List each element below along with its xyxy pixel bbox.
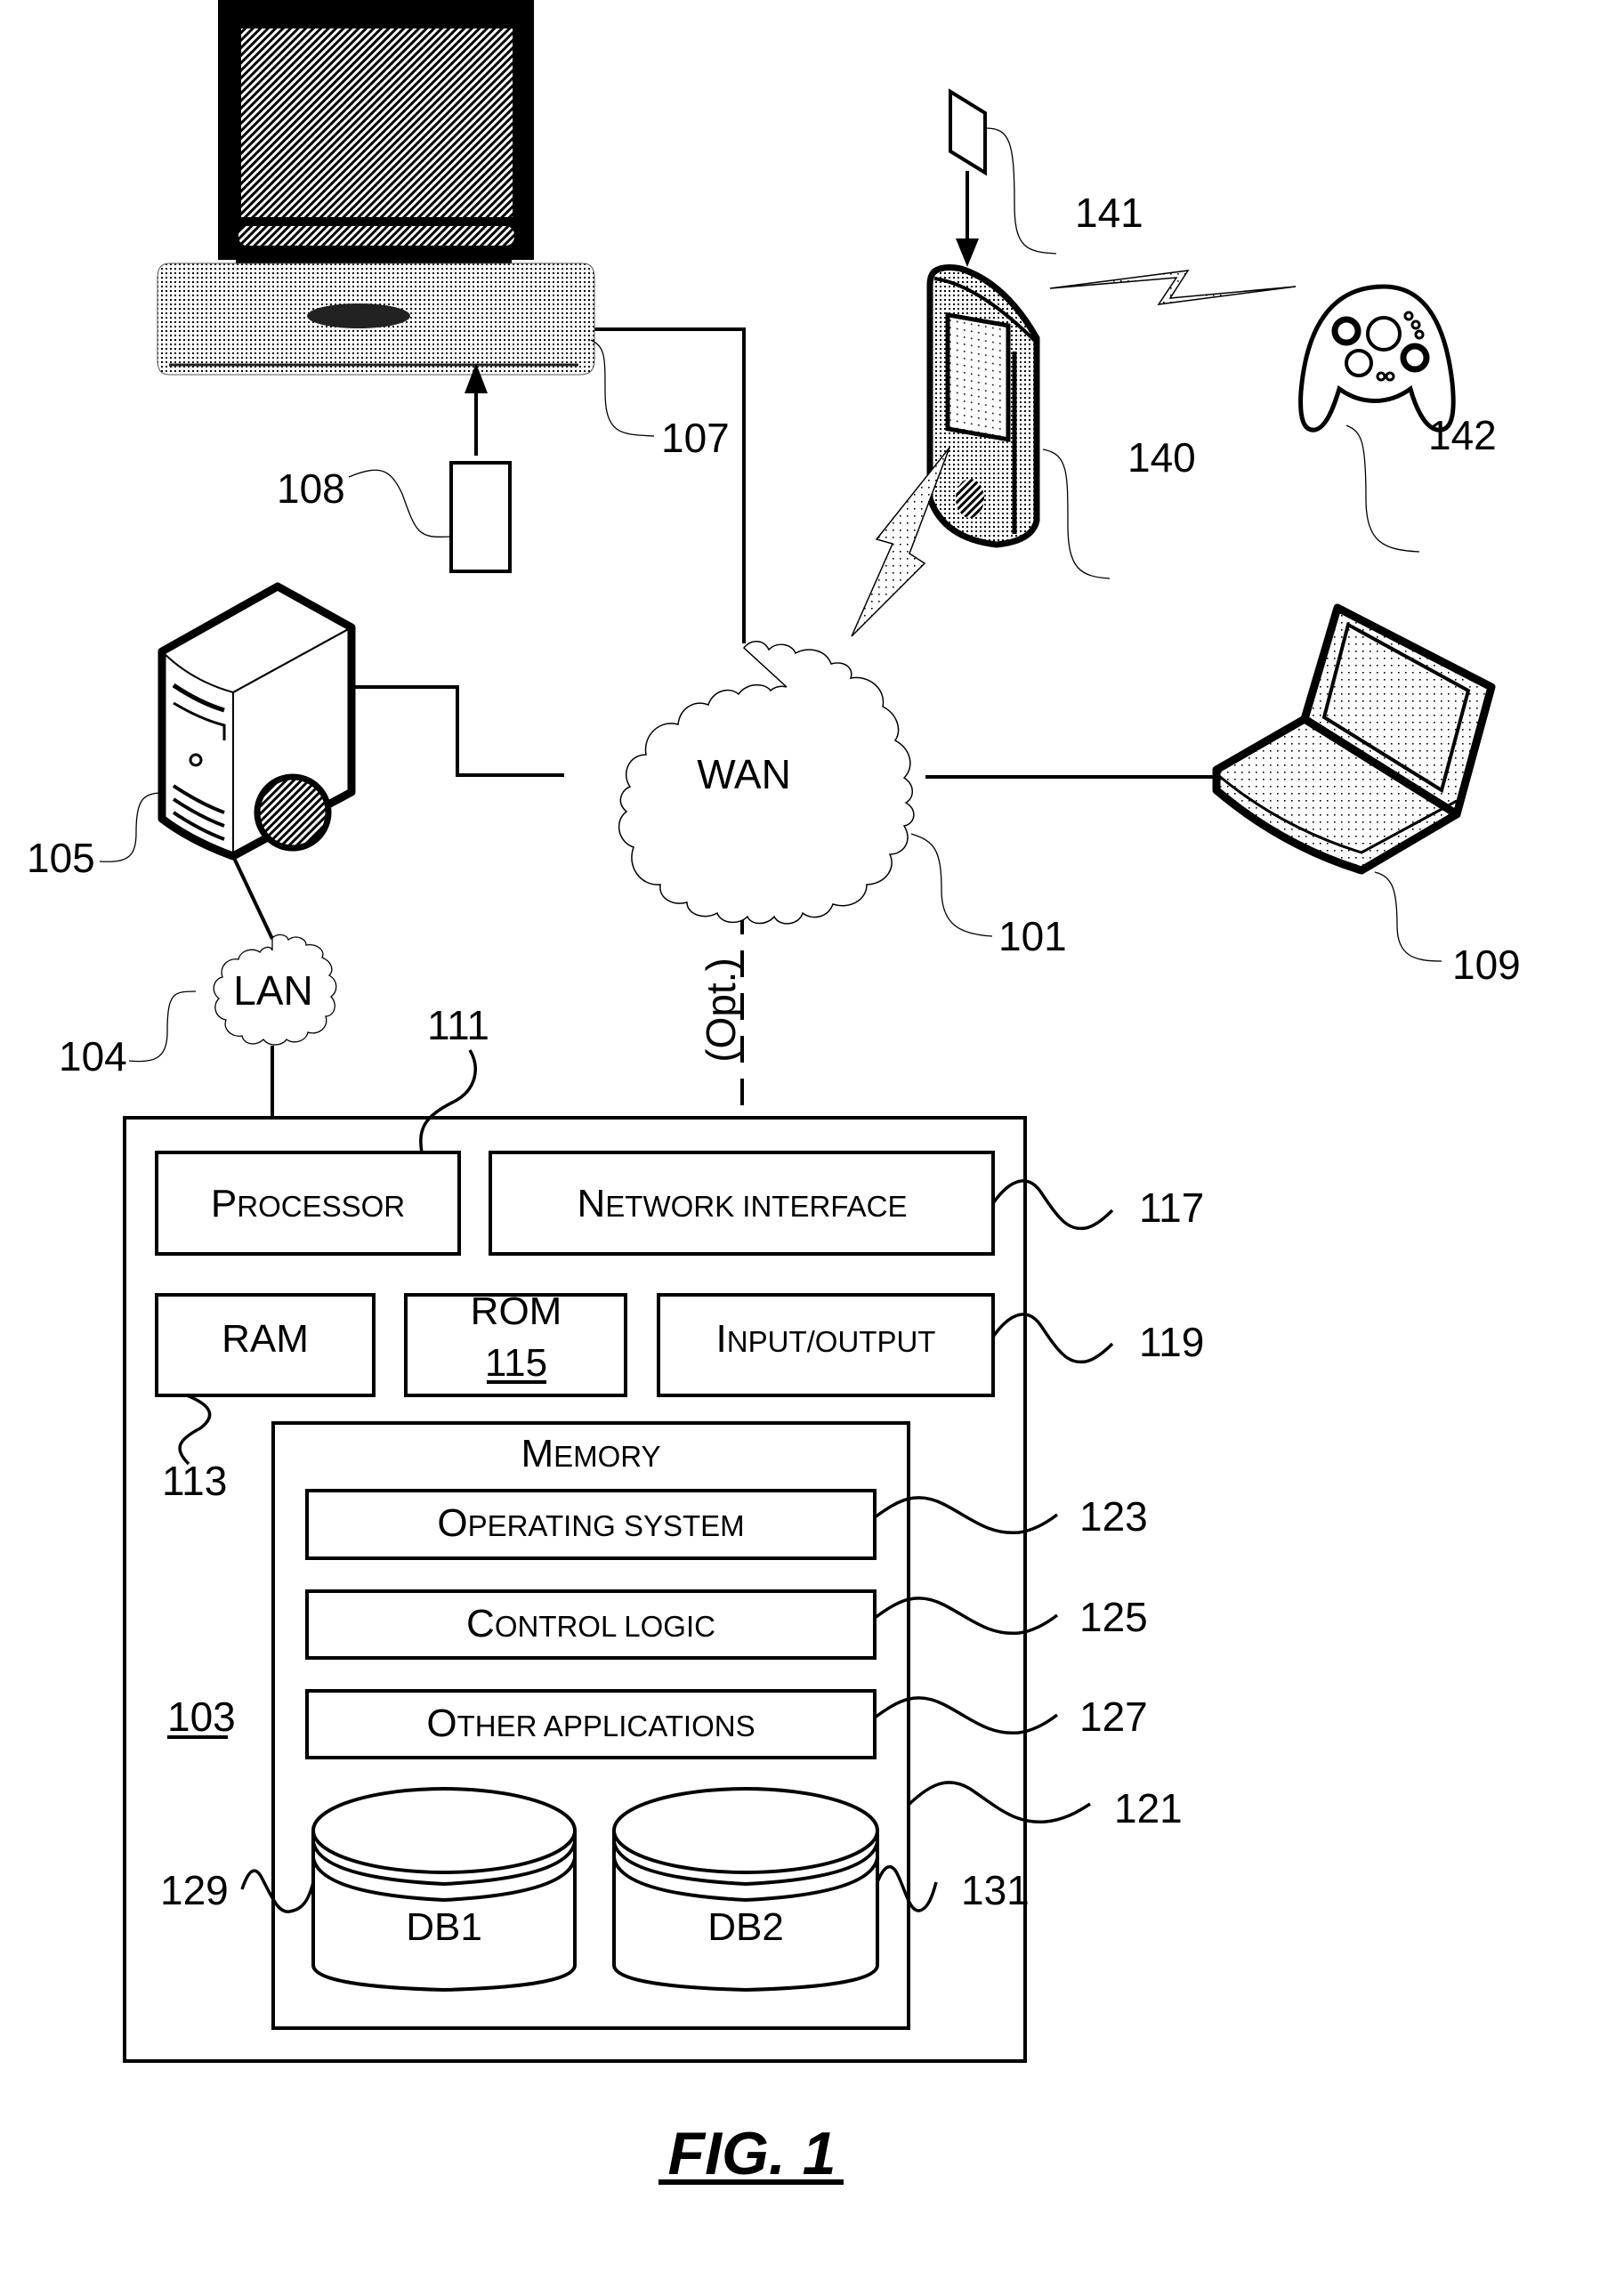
wireless-link-phone-controller [1049, 270, 1297, 305]
set-top-box-display [307, 303, 410, 328]
ram-label: RAM [222, 1317, 309, 1361]
ref-121: 121 [1114, 1785, 1183, 1831]
ref-140: 140 [1127, 434, 1196, 481]
ref-108: 108 [277, 465, 345, 512]
leader-109 [1374, 871, 1442, 962]
ref-101: 101 [998, 913, 1067, 959]
remote-control [449, 363, 512, 573]
server-to-lan-line [231, 855, 274, 940]
television-set-top-box [157, 0, 595, 376]
ref-107: 107 [661, 415, 730, 461]
leader-107 [590, 339, 655, 437]
game-controller [1298, 284, 1456, 433]
control-logic-label-initial: C [466, 1602, 495, 1645]
network-interface-label-initial: N [578, 1182, 606, 1225]
leader-111 [419, 1049, 477, 1153]
card-arrow-head [956, 238, 979, 267]
other-applications-label-initial: O [426, 1702, 457, 1745]
leader-140 [1042, 449, 1111, 579]
other-applications-label-rest: THER APPLICATIONS [457, 1710, 755, 1742]
leader-108 [348, 469, 451, 538]
leader-119 [991, 1313, 1114, 1364]
ref-123: 123 [1079, 1493, 1148, 1540]
ref-117: 117 [1139, 1184, 1204, 1231]
server-globe [254, 773, 332, 852]
tv-screen [241, 28, 513, 217]
mobile-screen [945, 311, 1011, 442]
db1-top [311, 1787, 577, 1874]
ref-142: 142 [1428, 412, 1497, 458]
network-interface-label-rest: ETWORK INTERFACE [605, 1190, 907, 1223]
server-to-wan-line [343, 685, 564, 777]
leader-121 [907, 1781, 1091, 1823]
game-controller-body [1298, 284, 1456, 433]
wan-label: WAN [697, 751, 791, 797]
remote-control-body [449, 461, 512, 573]
leader-104 [128, 990, 197, 1063]
ref-127: 127 [1079, 1694, 1148, 1740]
mobile-device [926, 264, 1040, 548]
laptop [1212, 603, 1496, 875]
ref-119: 119 [1139, 1319, 1204, 1365]
network-diagram: WAN LAN (Opt.) 101 104 105 107 108 109 1… [27, 0, 1521, 2187]
ref-113: 113 [162, 1458, 227, 1504]
figure-caption: FIG. 1 [668, 2120, 836, 2187]
optional-link-label: (Opt.) [698, 958, 744, 1063]
memory-card [949, 88, 987, 267]
tv-control-bar [238, 226, 514, 246]
ref-105: 105 [27, 835, 95, 881]
ref-125: 125 [1079, 1594, 1148, 1640]
ref-104: 104 [59, 1033, 127, 1079]
processor-label-rest: ROCESSOR [237, 1190, 405, 1223]
operating-system-label-rest: PERATING SYSTEM [468, 1509, 745, 1542]
ref-131: 131 [961, 1867, 1030, 1913]
leader-113 [178, 1394, 212, 1466]
ref-141: 141 [1075, 190, 1143, 236]
database-db1 [311, 1787, 577, 1993]
lan-label: LAN [233, 967, 312, 1014]
wireless-link-phone-wan [851, 447, 950, 637]
db2-top [612, 1787, 879, 1874]
db1-label: DB1 [406, 1905, 482, 1949]
stb-to-wan-line [594, 327, 746, 643]
io-label-rest: NPUT/OUTPUT [727, 1325, 936, 1358]
leader-141 [985, 127, 1057, 255]
ref-103: 103 [167, 1694, 236, 1740]
db2-label: DB2 [707, 1905, 784, 1949]
leader-101 [910, 833, 993, 937]
operating-system-label-initial: O [437, 1501, 467, 1545]
io-label-initial: I [716, 1317, 727, 1361]
rom-label: ROM [471, 1289, 562, 1333]
ref-109: 109 [1452, 942, 1521, 988]
database-db2 [612, 1787, 879, 1993]
memory-label-rest: EMORY [553, 1440, 660, 1473]
server [158, 582, 356, 861]
rom-ref: 115 [485, 1341, 547, 1385]
processor-label-initial: P [211, 1182, 237, 1225]
memory-label-initial: M [521, 1432, 553, 1475]
memory-card-body [949, 88, 987, 176]
control-logic-label-rest: ONTROL LOGIC [495, 1610, 715, 1643]
leader-117 [991, 1179, 1114, 1231]
leader-142 [1345, 424, 1420, 553]
leader-105 [99, 792, 161, 862]
ref-111: 111 [427, 1002, 489, 1048]
ref-129: 129 [160, 1867, 229, 1913]
mobile-nav-button [956, 479, 984, 518]
